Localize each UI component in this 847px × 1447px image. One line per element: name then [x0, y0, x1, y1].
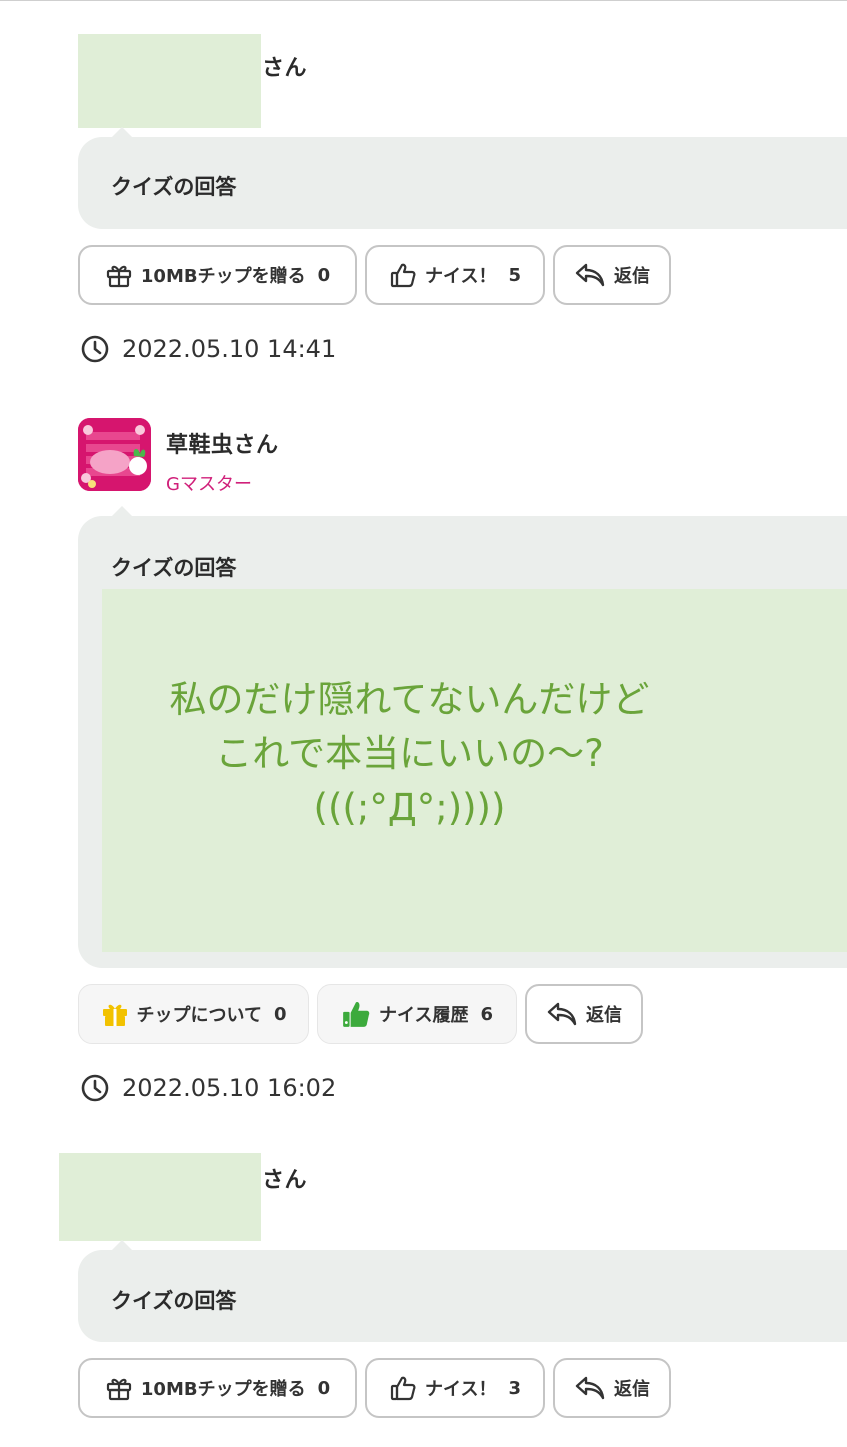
- tip-count: 0: [273, 1003, 287, 1025]
- reply-button[interactable]: 返信: [525, 984, 643, 1044]
- timestamp: 2022.05.10 14:41: [80, 334, 336, 364]
- answer-bubble: クイズの回答: [78, 127, 847, 229]
- timestamp: 2022.05.10 16:02: [80, 1073, 336, 1103]
- nice-label: ナイス！: [425, 266, 497, 287]
- tip-count: 0: [317, 1377, 331, 1399]
- nice-label: ナイス履歴: [379, 1005, 469, 1026]
- top-divider: [0, 0, 847, 1]
- answer-title: クイズの回答: [111, 175, 237, 199]
- nice-count: 3: [508, 1377, 521, 1399]
- thumbs-up-icon: [343, 1001, 370, 1027]
- reply-icon: [547, 1002, 577, 1026]
- nice-count: 5: [508, 264, 521, 286]
- reply-button[interactable]: 返信: [553, 245, 671, 305]
- tip-button[interactable]: 10MBチップを贈る 0: [78, 245, 357, 305]
- rank-badge: Gマスター: [166, 474, 252, 495]
- nice-history-button[interactable]: ナイス履歴 6: [317, 984, 517, 1044]
- nice-button[interactable]: ナイス！ 5: [365, 245, 545, 305]
- answer-image: 私のだけ隠れてないんだけど これで本当にいいの〜? (((;°Д°;)))): [102, 589, 847, 952]
- answer-bubble: クイズの回答: [78, 1240, 847, 1342]
- answer-title: クイズの回答: [111, 556, 237, 580]
- hidden-avatar-name-mask: [78, 34, 261, 128]
- answer-image-line: (((;°Д°;)))): [313, 786, 506, 829]
- clock-icon: [81, 1074, 109, 1102]
- nice-count: 6: [480, 1003, 493, 1025]
- thumbs-up-icon: [390, 263, 416, 288]
- timestamp-text: 2022.05.10 16:02: [122, 1074, 337, 1102]
- reply-icon: [575, 1376, 605, 1400]
- tip-label: 10MBチップを贈る: [140, 266, 306, 287]
- tip-count: 0: [317, 264, 331, 286]
- nice-button[interactable]: ナイス！ 3: [365, 1358, 545, 1418]
- thumbs-up-icon: [390, 1376, 416, 1401]
- author-name: さん: [262, 1168, 308, 1193]
- tip-label: 10MBチップを贈る: [140, 1379, 306, 1400]
- author-name[interactable]: 草鞋虫さん: [166, 427, 279, 459]
- tip-label: チップについて: [136, 1005, 262, 1026]
- answer-image-line: 私のだけ隠れてないんだけど: [169, 678, 650, 721]
- tip-button[interactable]: 10MBチップを贈る 0: [78, 1358, 357, 1418]
- clock-icon: [81, 335, 109, 363]
- author-name: さん: [262, 56, 308, 81]
- nice-label: ナイス！: [425, 1379, 497, 1400]
- reply-label: 返信: [614, 266, 650, 287]
- answer-title: クイズの回答: [111, 1289, 237, 1313]
- timestamp-text: 2022.05.10 14:41: [122, 335, 337, 363]
- hidden-avatar-name-mask: [59, 1153, 261, 1241]
- reply-label: 返信: [614, 1379, 650, 1400]
- gift-icon: [106, 265, 131, 288]
- answer-bubble: クイズの回答 私のだけ隠れてないんだけど これで本当にいいの〜? (((;°Д°…: [78, 506, 847, 968]
- reply-button[interactable]: 返信: [553, 1358, 671, 1418]
- tip-info-button[interactable]: チップについて 0: [78, 984, 309, 1044]
- gift-icon: [102, 1004, 127, 1026]
- reply-label: 返信: [586, 1005, 622, 1026]
- reply-icon: [575, 263, 605, 287]
- gift-icon: [106, 1378, 131, 1401]
- answer-image-line: これで本当にいいの〜?: [215, 732, 604, 775]
- avatar[interactable]: [78, 418, 151, 491]
